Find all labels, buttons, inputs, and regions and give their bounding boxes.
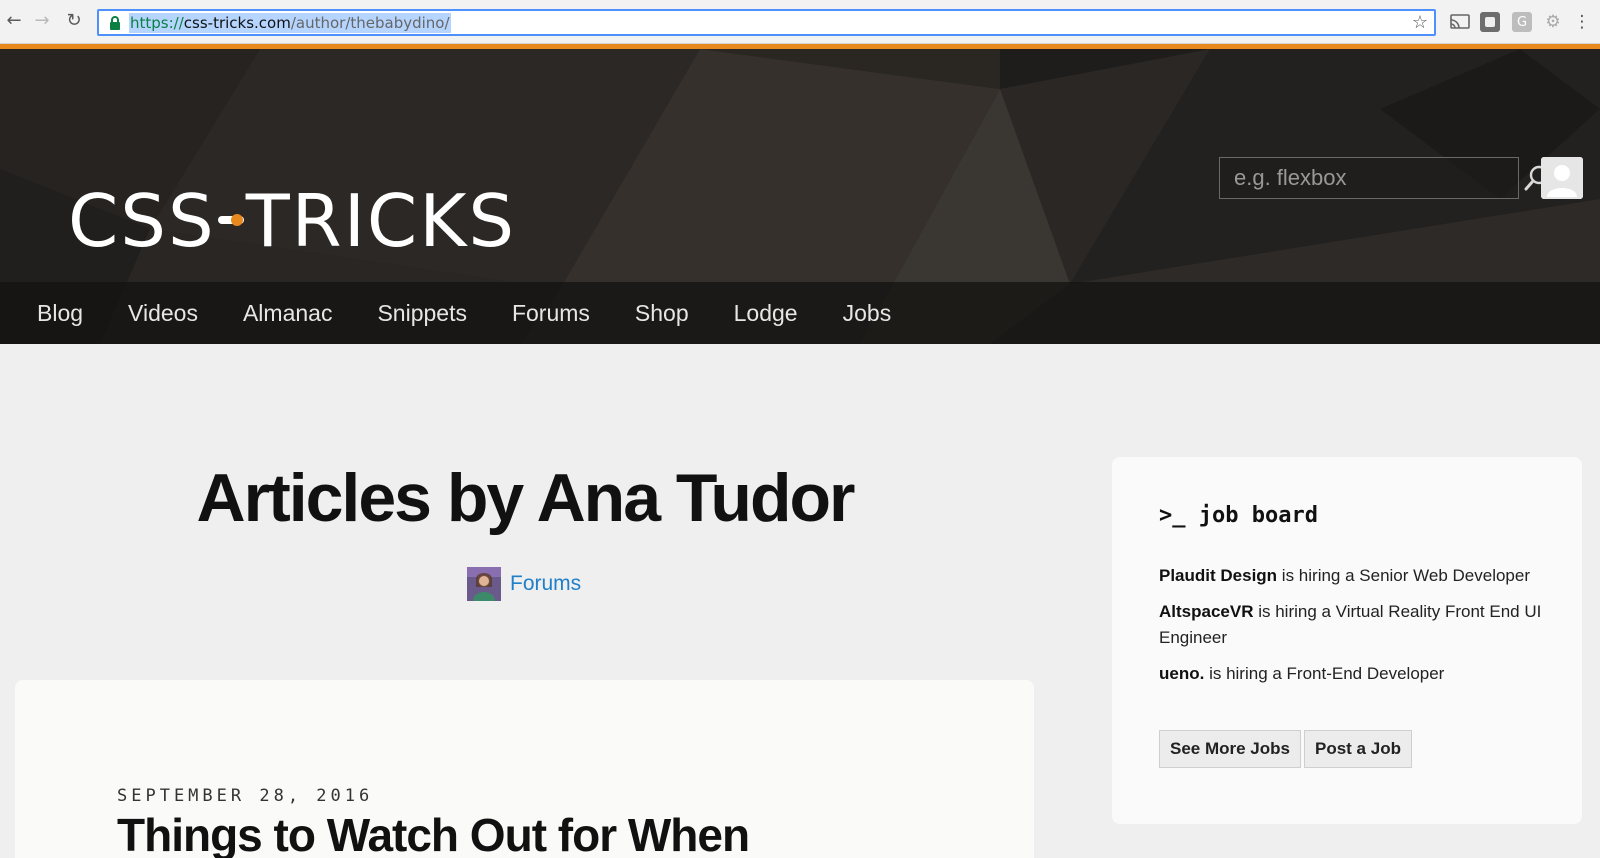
arrow-left-icon: ← [6, 10, 22, 31]
author-avatar[interactable] [467, 567, 501, 601]
post-a-job-button[interactable]: Post a Job [1304, 730, 1412, 768]
job-description: is hiring a Senior Web Developer [1277, 566, 1531, 585]
job-listing[interactable]: Plaudit Design is hiring a Senior Web De… [1159, 563, 1554, 589]
grammarly-icon[interactable]: G [1512, 12, 1532, 32]
reload-button[interactable]: ↻ [62, 9, 86, 33]
nav-item-jobs[interactable]: Jobs [843, 300, 892, 327]
search-input[interactable] [1220, 158, 1522, 198]
nav-item-videos[interactable]: Videos [128, 300, 198, 327]
menu-dots-icon[interactable]: ⋮ [1572, 12, 1592, 32]
cast-icon[interactable] [1450, 12, 1470, 32]
article-title[interactable]: Things to Watch Out for When [117, 812, 750, 858]
article-date: SEPTEMBER 28, 2016 [117, 786, 374, 806]
nav-item-shop[interactable]: Shop [635, 300, 689, 327]
logo-right-text: TRICKS [245, 179, 517, 263]
url-host: css-tricks.com [183, 13, 291, 32]
url-text[interactable]: https://css-tricks.com/author/thebabydin… [129, 12, 451, 33]
bookmark-star-icon[interactable]: ☆ [1412, 12, 1428, 33]
job-list: Plaudit Design is hiring a Senior Web De… [1159, 563, 1554, 697]
site-logo[interactable]: CSS TRICKS [68, 185, 516, 257]
url-scheme: https:// [130, 13, 184, 32]
browser-toolbar: ← → ↻ https://css-tricks.com/author/theb… [0, 0, 1600, 44]
job-board-heading: >_ job board [1159, 503, 1318, 528]
lock-icon [105, 13, 125, 33]
address-bar[interactable]: https://css-tricks.com/author/thebabydin… [97, 9, 1436, 36]
logo-left-text: CSS [68, 179, 216, 263]
search-form [1219, 157, 1549, 199]
user-silhouette-icon [1541, 157, 1583, 199]
url-path: /author/thebabydino/ [290, 13, 450, 32]
job-company: Plaudit Design [1159, 566, 1278, 585]
logo-dash-icon [217, 214, 244, 227]
back-button[interactable]: ← [2, 9, 26, 33]
extension-icon[interactable] [1480, 12, 1500, 32]
job-board-widget: >_ job board Plaudit Design is hiring a … [1112, 457, 1582, 824]
page-title: Articles by Ana Tudor [196, 460, 856, 536]
job-listing[interactable]: AltspaceVR is hiring a Virtual Reality F… [1159, 599, 1554, 651]
arrow-right-icon: → [34, 10, 50, 31]
job-listing[interactable]: ueno. is hiring a Front-End Developer [1159, 661, 1554, 687]
nav-item-snippets[interactable]: Snippets [377, 300, 467, 327]
nav-item-lodge[interactable]: Lodge [734, 300, 798, 327]
author-links: Forums [467, 567, 581, 601]
job-company: ueno. [1159, 664, 1205, 683]
main-navigation: Blog Videos Almanac Snippets Forums Shop… [0, 282, 1600, 344]
nav-item-forums[interactable]: Forums [512, 300, 590, 327]
author-forums-link[interactable]: Forums [510, 572, 581, 596]
user-avatar-button[interactable] [1541, 157, 1583, 199]
job-company: AltspaceVR [1159, 602, 1254, 621]
nav-item-blog[interactable]: Blog [37, 300, 83, 327]
forward-button[interactable]: → [30, 9, 54, 33]
reload-icon: ↻ [66, 10, 82, 31]
see-more-jobs-button[interactable]: See More Jobs [1159, 730, 1301, 768]
site-header: CSSTRICKS Blog Videos Almanac Snippets F… [0, 49, 1600, 344]
nav-item-almanac[interactable]: Almanac [243, 300, 332, 327]
job-description: is hiring a Front-End Developer [1204, 664, 1445, 683]
settings-extension-icon[interactable]: ⚙ [1543, 12, 1563, 32]
article-card: SEPTEMBER 28, 2016 Things to Watch Out f… [15, 680, 1034, 858]
